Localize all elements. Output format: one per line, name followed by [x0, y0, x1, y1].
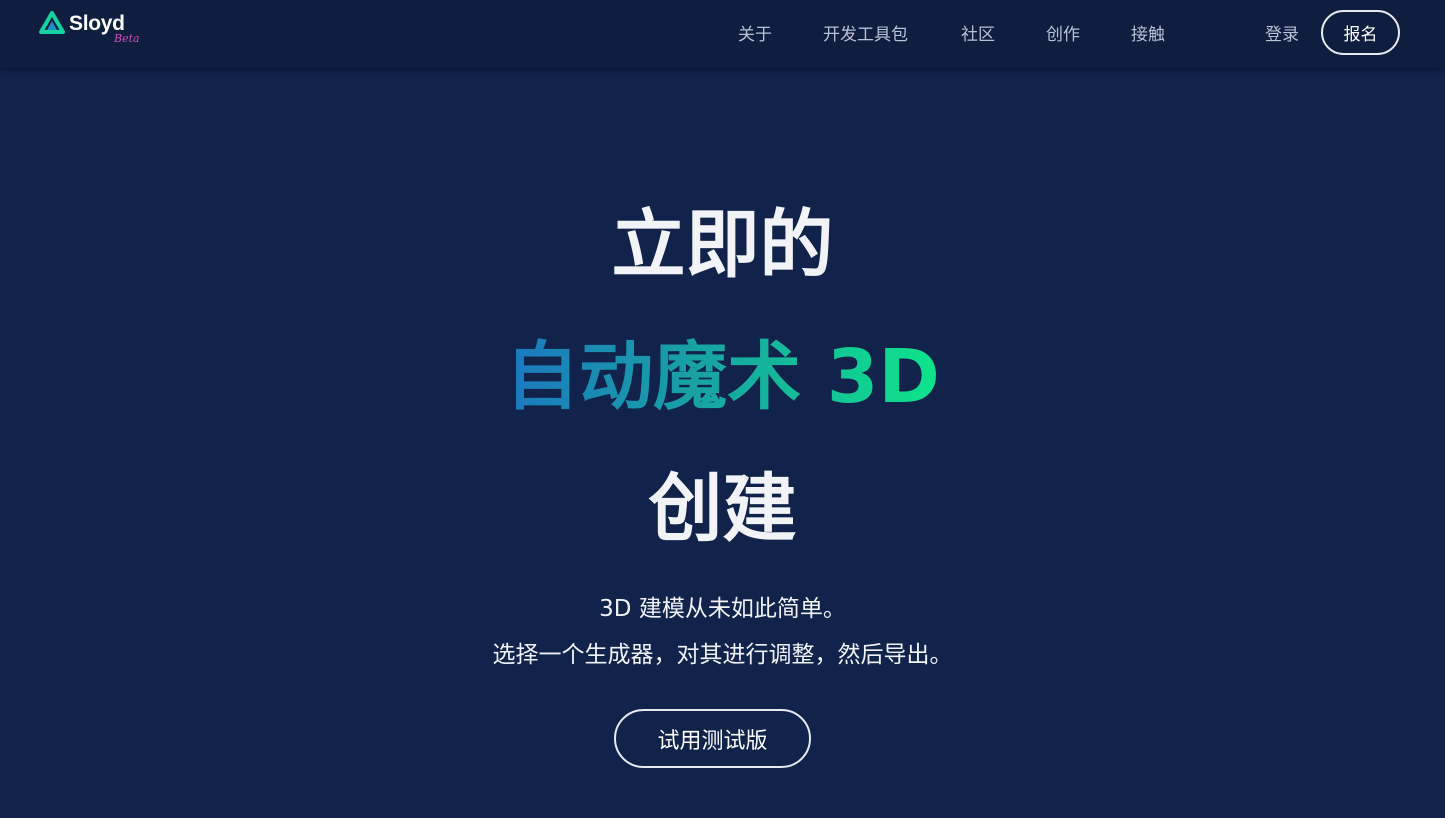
hero-title-line3: 创建 [648, 466, 797, 552]
top-navbar: Sloyd Beta 关于 开发工具包 社区 创作 接触 登录 报名 [0, 0, 1445, 68]
hero-title-line1: 立即的 [611, 202, 834, 288]
nav-link-sdk[interactable]: 开发工具包 [823, 20, 908, 45]
nav-link-about[interactable]: 关于 [738, 20, 772, 45]
nav-link-create[interactable]: 创作 [1046, 20, 1080, 45]
hero-subtitle-line2: 选择一个生成器，对其进行调整，然后导出。 [492, 642, 953, 668]
nav-link-contact[interactable]: 接触 [1131, 20, 1165, 45]
login-link[interactable]: 登录 [1265, 20, 1299, 45]
nav-link-community[interactable]: 社区 [961, 20, 995, 45]
try-beta-button[interactable]: 试用测试版 [614, 709, 811, 768]
signup-button[interactable]: 报名 [1321, 10, 1400, 55]
hero-gradient-text: 自动魔术 3D [505, 334, 940, 420]
hero-title-line2: 自动魔术 3D [0, 340, 1445, 414]
main-nav: 关于 开发工具包 社区 创作 接触 登录 [0, 0, 1445, 64]
hero-subtitle-line1: 3D 建模从未如此简单。 [599, 596, 846, 622]
